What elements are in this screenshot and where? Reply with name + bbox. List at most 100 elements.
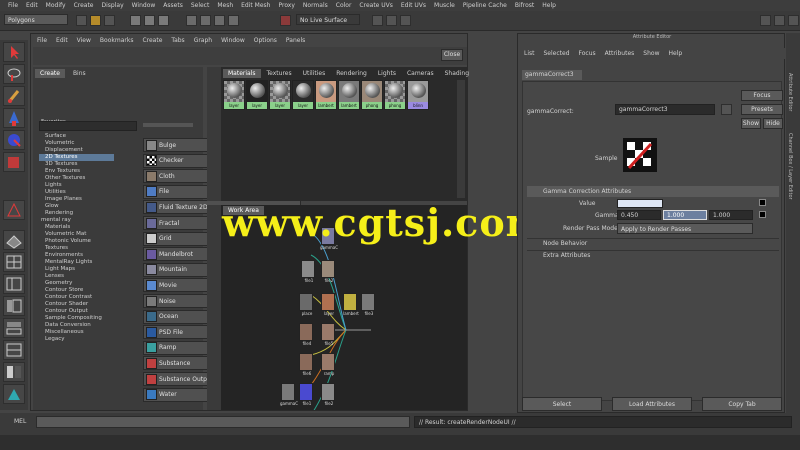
mode-dropdown[interactable]: Polygons bbox=[4, 14, 68, 25]
material-swatch[interactable]: phong bbox=[384, 80, 406, 110]
render-icon[interactable] bbox=[372, 15, 383, 26]
hs-menu-window[interactable]: Window bbox=[221, 37, 245, 44]
tab-shading[interactable]: Shading bbox=[440, 69, 474, 78]
attr-menu-show[interactable]: Show bbox=[643, 50, 659, 57]
graph-node[interactable]: layer bbox=[321, 293, 335, 316]
hide-button[interactable]: Hide bbox=[763, 118, 783, 129]
render-pass-dropdown[interactable]: Apply to Render Passes bbox=[617, 223, 753, 234]
tab-cameras[interactable]: Cameras bbox=[402, 69, 439, 78]
snap-grid-icon[interactable] bbox=[186, 15, 197, 26]
toggle-panel-icon-2[interactable] bbox=[774, 15, 785, 26]
value-color-swatch[interactable] bbox=[617, 199, 663, 208]
material-swatch[interactable]: layer bbox=[246, 80, 268, 110]
menu-color[interactable]: Color bbox=[336, 2, 352, 9]
attr-menu-attributes[interactable]: Attributes bbox=[605, 50, 635, 57]
section-gamma[interactable]: Gamma Correction Attributes bbox=[527, 186, 779, 197]
snap-point-icon[interactable] bbox=[214, 15, 225, 26]
side-tab-attribute[interactable]: Attribute Editor bbox=[787, 73, 793, 111]
save-icon[interactable] bbox=[104, 15, 115, 26]
menu-pipeline-cache[interactable]: Pipeline Cache bbox=[463, 2, 507, 9]
menu-create[interactable]: Create bbox=[74, 2, 94, 9]
menu-modify[interactable]: Modify bbox=[46, 2, 66, 9]
scale-tool-icon[interactable] bbox=[3, 152, 25, 172]
attr-menu-selected[interactable]: Selected bbox=[544, 50, 570, 57]
menu-select[interactable]: Select bbox=[191, 2, 210, 9]
ipr-icon[interactable] bbox=[386, 15, 397, 26]
magnet-icon[interactable] bbox=[280, 15, 291, 26]
section-node-behavior[interactable]: Node Behavior bbox=[527, 238, 779, 248]
layout-graph-icon[interactable] bbox=[3, 318, 25, 338]
search-field[interactable] bbox=[39, 121, 137, 131]
toggle-panel-icon[interactable] bbox=[760, 15, 771, 26]
hs-menu-options[interactable]: Options bbox=[254, 37, 277, 44]
graph-node[interactable]: file6 bbox=[299, 353, 313, 376]
render-settings-icon[interactable] bbox=[400, 15, 411, 26]
menu-mesh[interactable]: Mesh bbox=[217, 2, 233, 9]
section-extra[interactable]: Extra Attributes bbox=[527, 250, 779, 260]
gamma-z-field[interactable]: 1.000 bbox=[709, 210, 753, 220]
hs-menu-graph[interactable]: Graph bbox=[194, 37, 212, 44]
copy-tab-button[interactable]: Copy Tab bbox=[702, 397, 782, 411]
hs-menu-bookmarks[interactable]: Bookmarks bbox=[100, 37, 134, 44]
go-input-icon[interactable] bbox=[721, 104, 732, 115]
scrollbar[interactable] bbox=[457, 80, 465, 198]
hs-menu-view[interactable]: View bbox=[77, 37, 91, 44]
hs-menu-edit[interactable]: Edit bbox=[56, 37, 68, 44]
menu-display[interactable]: Display bbox=[102, 2, 124, 9]
graph-node[interactable]: lambert bbox=[343, 293, 359, 316]
tab-rendering[interactable]: Rendering bbox=[331, 69, 372, 78]
tab-lights[interactable]: Lights bbox=[373, 69, 401, 78]
material-swatch[interactable]: lambert bbox=[315, 80, 337, 110]
material-swatch[interactable]: phong bbox=[361, 80, 383, 110]
menu-proxy[interactable]: Proxy bbox=[278, 2, 294, 9]
attr-menu-list[interactable]: List bbox=[524, 50, 535, 57]
menu-normals[interactable]: Normals bbox=[303, 2, 328, 9]
gamma-y-field[interactable]: 1.000 bbox=[663, 210, 707, 220]
icon-size-slider[interactable] bbox=[143, 123, 193, 127]
hs-menu-file[interactable]: File bbox=[37, 37, 47, 44]
attr-menu-help[interactable]: Help bbox=[668, 50, 682, 57]
focus-button[interactable]: Focus bbox=[741, 90, 783, 101]
graph-node[interactable]: file2 bbox=[321, 260, 335, 283]
layout-render-icon[interactable] bbox=[3, 362, 25, 382]
move-tool-icon[interactable] bbox=[3, 108, 25, 128]
hs-menu-panels[interactable]: Panels bbox=[286, 37, 305, 44]
show-button[interactable]: Show bbox=[741, 118, 761, 129]
show-manip-icon[interactable] bbox=[3, 200, 25, 220]
side-tab-channel[interactable]: Channel Box / Layer Editor bbox=[787, 133, 793, 200]
graph-node[interactable]: ramp bbox=[321, 353, 335, 376]
graph-node[interactable]: file3 bbox=[361, 293, 375, 316]
node-name-field[interactable]: gammaCorrect3 bbox=[615, 104, 715, 115]
snap-view-icon[interactable] bbox=[228, 15, 239, 26]
tab-textures[interactable]: Textures bbox=[262, 69, 297, 78]
paint-select-icon[interactable] bbox=[3, 86, 25, 106]
layout-outliner-icon[interactable] bbox=[3, 296, 25, 316]
menu-muscle[interactable]: Muscle bbox=[434, 2, 455, 9]
new-scene-icon[interactable] bbox=[76, 15, 87, 26]
layout-side-icon[interactable] bbox=[3, 274, 25, 294]
map-button-icon-2[interactable] bbox=[759, 211, 766, 218]
tab-materials[interactable]: Materials bbox=[223, 69, 261, 78]
select-button[interactable]: Select bbox=[522, 397, 602, 411]
close-button[interactable]: Close bbox=[441, 49, 463, 61]
material-swatch[interactable]: layer bbox=[223, 80, 245, 110]
material-swatch[interactable]: layer bbox=[292, 80, 314, 110]
graph-node[interactable]: place bbox=[299, 293, 313, 316]
layout-hypershade-icon[interactable] bbox=[3, 340, 25, 360]
select-tool-icon[interactable] bbox=[3, 42, 25, 62]
rotate-tool-icon[interactable] bbox=[3, 130, 25, 150]
material-swatch[interactable]: blinn bbox=[407, 80, 429, 110]
open-folder-icon[interactable] bbox=[90, 15, 101, 26]
material-swatch[interactable]: lambert bbox=[338, 80, 360, 110]
tab-utilities[interactable]: Utilities bbox=[298, 69, 331, 78]
menu-file[interactable]: File bbox=[8, 2, 18, 9]
select-object-icon[interactable] bbox=[144, 15, 155, 26]
graph-node[interactable]: file5 bbox=[321, 323, 335, 346]
graph-node[interactable]: file1 bbox=[299, 383, 313, 406]
menu-assets[interactable]: Assets bbox=[163, 2, 183, 9]
node-list[interactable]: Bulge Checker Cloth File Fluid Texture 2D Fra… bbox=[33, 67, 301, 410]
layout-single-icon[interactable] bbox=[3, 230, 25, 250]
command-input[interactable] bbox=[36, 416, 410, 428]
presets-button[interactable]: Presets bbox=[741, 104, 783, 115]
menu-edit-uvs[interactable]: Edit UVs bbox=[401, 2, 426, 9]
